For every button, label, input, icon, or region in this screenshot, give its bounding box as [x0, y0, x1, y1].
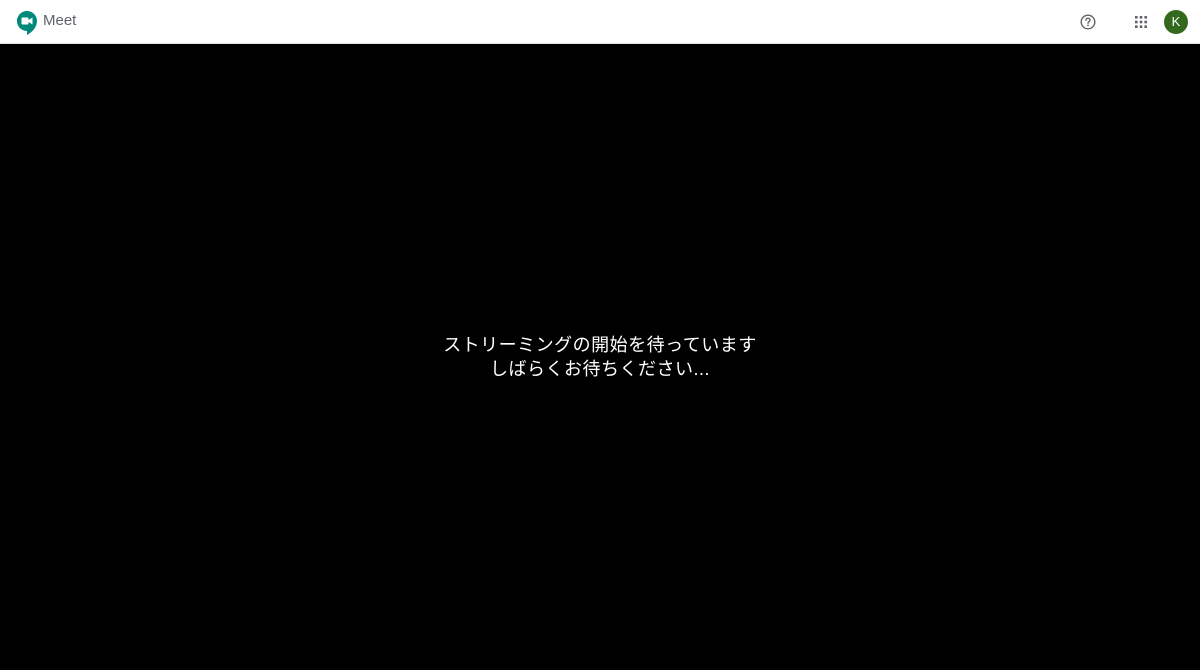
meet-home-link[interactable]: Meet — [16, 10, 76, 36]
help-button[interactable] — [1076, 10, 1100, 34]
account-avatar[interactable]: K — [1164, 10, 1188, 34]
app-name: Meet — [43, 12, 77, 29]
status-line-please-wait: しばらくお待ちください... — [489, 359, 710, 379]
help-circle-icon — [1080, 14, 1096, 30]
apps-grid-icon — [1135, 16, 1147, 28]
status-line-waiting: ストリーミングの開始を待っています — [443, 335, 757, 355]
video-stage: ストリーミングの開始を待っています しばらくお待ちください... — [0, 45, 1200, 670]
top-app-bar: Meet K — [0, 0, 1200, 44]
google-meet-logo-icon — [17, 11, 37, 35]
streaming-status-message: ストリーミングの開始を待っています しばらくお待ちください... — [0, 333, 1200, 381]
google-apps-button[interactable] — [1129, 10, 1153, 34]
